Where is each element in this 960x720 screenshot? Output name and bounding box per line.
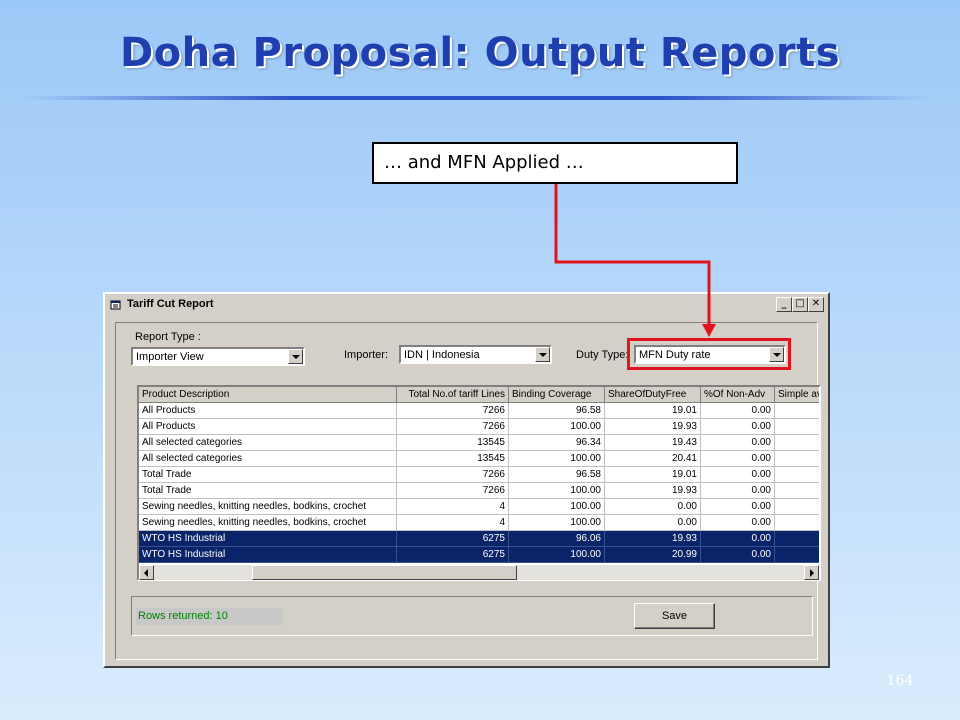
callout-arrow xyxy=(554,184,716,337)
page-number: 164 xyxy=(886,673,914,689)
